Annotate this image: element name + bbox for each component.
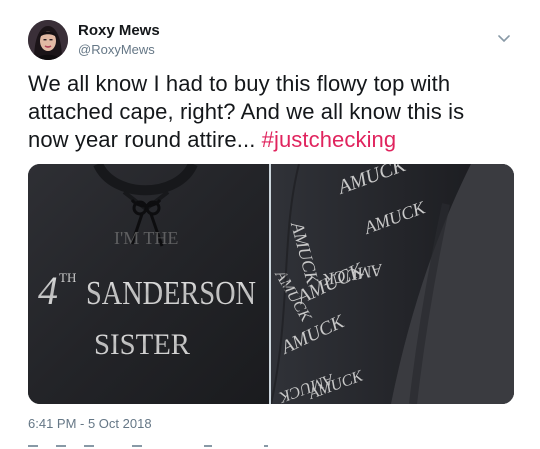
user-handle[interactable]: @RoxyMews [78,41,160,58]
display-name[interactable]: Roxy Mews [78,22,160,40]
photo-shirt-front[interactable]: I'M THE 4 TH SANDERSON SISTER [28,164,269,404]
avatar-photo [28,20,68,60]
tweet-card: Roxy Mews @RoxyMews We all know I had to… [0,0,540,449]
shirt-print-faded: I'M THE [114,228,178,248]
media-grid: I'M THE 4 TH SANDERSON SISTER AMUCK AMUC… [28,164,514,404]
tweet-text: We all know I had to buy this flowy top … [28,70,508,154]
cut-off-stats-row [28,445,268,447]
chevron-down-icon[interactable] [496,32,512,44]
photo-shirt-cape[interactable]: AMUCK AMUCK AMUCK AMUCK AMUCK AMUCK AMUC… [271,164,514,404]
avatar[interactable] [28,20,68,60]
author-block: Roxy Mews @RoxyMews [78,22,160,58]
tweet-body: We all know I had to buy this flowy top … [28,71,465,152]
shirt-print-sister: SISTER [94,328,190,361]
shirt-print-sup: TH [59,270,76,285]
cape-graphic: AMUCK AMUCK AMUCK AMUCK AMUCK AMUCK AMUC… [271,164,514,404]
hashtag-link[interactable]: #justchecking [262,127,397,152]
shirt-front-graphic: I'M THE 4 TH SANDERSON SISTER [28,164,269,404]
tweet-timestamp[interactable]: 6:41 PM - 5 Oct 2018 [28,416,152,431]
shirt-print-number: 4 [38,268,58,313]
shirt-print-name: SANDERSON [86,275,256,312]
